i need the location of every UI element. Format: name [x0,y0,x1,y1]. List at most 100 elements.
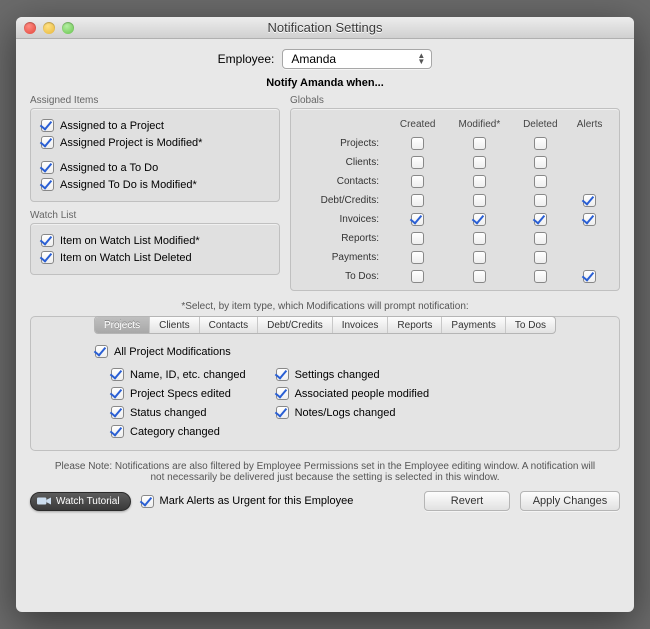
globals-cb-0-2[interactable] [534,137,547,150]
globals-cb-6-0[interactable] [411,251,424,264]
assigned-item-3: Assigned To Do is Modified* [41,176,269,193]
all-modifications-checkbox[interactable] [95,345,108,358]
mod-left-0: Name, ID, etc. changed [111,366,246,383]
titlebar: Notification Settings [16,17,634,39]
globals-cb-7-0[interactable] [411,270,424,283]
assigned-item-1-label: Assigned Project is Modified* [60,137,202,149]
globals-cb-6-1[interactable] [473,251,486,264]
globals-row: Invoices: [299,210,611,229]
video-icon [37,496,51,506]
globals-cb-3-2[interactable] [534,194,547,207]
globals-row-label: Debt/Credits: [299,191,389,210]
globals-cb-2-0[interactable] [411,175,424,188]
globals-cb-7-1[interactable] [473,270,486,283]
watch-list-group: Watch List Item on Watch List Modified*I… [30,210,280,275]
globals-row-label: Contacts: [299,172,389,191]
globals-cb-4-2[interactable] [534,213,547,226]
employee-select[interactable]: Amanda ▲▼ [282,49,432,69]
mod-right-1-label: Associated people modified [295,388,430,400]
globals-cb-7-3[interactable] [583,270,596,283]
globals-cb-3-3[interactable] [583,194,596,207]
mod-left-3-label: Category changed [130,426,220,438]
watch-item-1-checkbox[interactable] [41,251,54,264]
mod-right-1-checkbox[interactable] [276,387,289,400]
mod-left-0-label: Name, ID, etc. changed [130,369,246,381]
globals-cb-5-1[interactable] [473,232,486,245]
watch-item-0-label: Item on Watch List Modified* [60,235,200,247]
mod-right-2-checkbox[interactable] [276,406,289,419]
tab-todos[interactable]: To Dos [506,317,555,333]
mod-right-0: Settings changed [276,366,430,383]
mod-right-1: Associated people modified [276,385,430,402]
assigned-item-1: Assigned Project is Modified* [41,134,269,151]
globals-cb-3-0[interactable] [411,194,424,207]
tab-contacts[interactable]: Contacts [200,317,258,333]
assigned-item-3-label: Assigned To Do is Modified* [60,179,197,191]
content: Employee: Amanda ▲▼ Notify Amanda when..… [16,39,634,612]
tab-projects[interactable]: Projects [95,317,150,333]
tab-payments[interactable]: Payments [442,317,505,333]
globals-cb-0-0[interactable] [411,137,424,150]
select-hint: *Select, by item type, which Modificatio… [30,301,620,312]
tab-debtcredits[interactable]: Debt/Credits [258,317,333,333]
globals-row: Contacts: [299,172,611,191]
globals-row: Debt/Credits: [299,191,611,210]
mod-left-2-checkbox[interactable] [111,406,124,419]
employee-label: Employee: [218,52,275,66]
mod-left-1-checkbox[interactable] [111,387,124,400]
globals-cb-4-1[interactable] [473,213,486,226]
globals-cb-6-2[interactable] [534,251,547,264]
globals-cb-1-1[interactable] [473,156,486,169]
mark-urgent-label: Mark Alerts as Urgent for this Employee [160,495,354,507]
assigned-item-2-label: Assigned to a To Do [60,162,158,174]
assigned-item-2-checkbox[interactable] [41,161,54,174]
globals-cb-1-2[interactable] [534,156,547,169]
globals-row-label: To Dos: [299,267,389,286]
assigned-items-group: Assigned Items Assigned to a ProjectAssi… [30,95,280,202]
globals-cb-2-2[interactable] [534,175,547,188]
mod-left-0-checkbox[interactable] [111,368,124,381]
assigned-item-3-checkbox[interactable] [41,178,54,191]
assigned-item-0-label: Assigned to a Project [60,120,164,132]
globals-row: Clients: [299,153,611,172]
revert-button[interactable]: Revert [424,491,510,511]
globals-row: Reports: [299,229,611,248]
globals-row-label: Invoices: [299,210,389,229]
globals-cb-3-1[interactable] [473,194,486,207]
employee-value: Amanda [291,52,336,66]
mod-left-2-label: Status changed [130,407,206,419]
tab-clients[interactable]: Clients [150,317,200,333]
globals-cb-1-0[interactable] [411,156,424,169]
globals-cb-5-2[interactable] [534,232,547,245]
mod-left-3: Category changed [111,423,246,440]
globals-col: Deleted [512,115,568,134]
tab-reports[interactable]: Reports [388,317,442,333]
watch-list-title: Watch List [30,210,280,221]
globals-cb-7-2[interactable] [534,270,547,283]
globals-cb-4-3[interactable] [583,213,596,226]
globals-col: Modified* [446,115,512,134]
globals-cb-5-0[interactable] [411,232,424,245]
mod-left-3-checkbox[interactable] [111,425,124,438]
tabs: ProjectsClientsContactsDebt/CreditsInvoi… [94,316,556,334]
tab-invoices[interactable]: Invoices [333,317,389,333]
assigned-item-0-checkbox[interactable] [41,119,54,132]
globals-cb-4-0[interactable] [411,213,424,226]
mark-urgent-checkbox[interactable] [141,495,154,508]
globals-row-label: Payments: [299,248,389,267]
watch-item-0-checkbox[interactable] [41,234,54,247]
all-modifications-label: All Project Modifications [114,346,231,358]
globals-cb-2-1[interactable] [473,175,486,188]
globals-cb-0-1[interactable] [473,137,486,150]
window-title: Notification Settings [16,20,634,35]
globals-row: Projects: [299,134,611,153]
mod-right-2-label: Notes/Logs changed [295,407,396,419]
globals-table: CreatedModified*DeletedAlerts Projects:C… [299,115,611,286]
assigned-item-1-checkbox[interactable] [41,136,54,149]
mod-right-0-checkbox[interactable] [276,368,289,381]
watch-tutorial-button[interactable]: Watch Tutorial [30,492,131,511]
modifications-group: ProjectsClientsContactsDebt/CreditsInvoi… [30,316,620,451]
apply-changes-button[interactable]: Apply Changes [520,491,620,511]
notify-subtitle: Notify Amanda when... [30,77,620,89]
employee-row: Employee: Amanda ▲▼ [30,49,620,69]
